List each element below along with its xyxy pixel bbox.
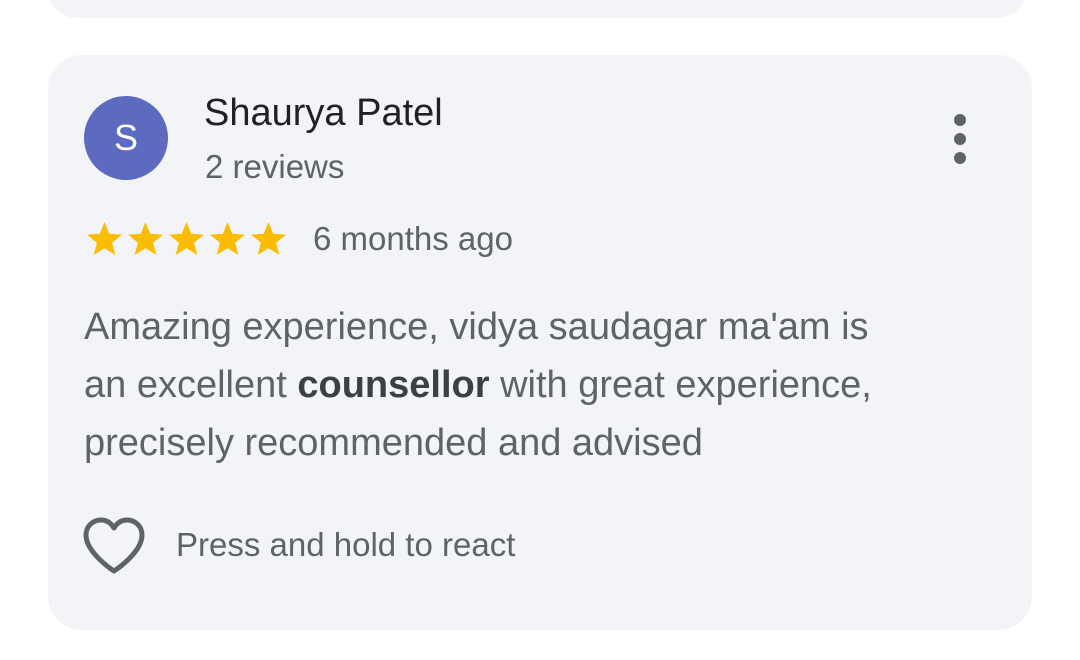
avatar-initial: S	[113, 117, 138, 158]
review-text-line: an excellent counsellor with great exper…	[84, 356, 984, 414]
star-icon	[207, 220, 248, 258]
more-options-button[interactable]	[934, 108, 990, 170]
review-highlighted-term: counsellor	[297, 364, 490, 406]
reviewer-name[interactable]: Shaurya Patel	[204, 92, 443, 135]
review-text: Amazing experience, vidya saudagar ma'am…	[84, 298, 984, 472]
previous-review-card	[48, 0, 1026, 18]
star-icon	[84, 220, 125, 258]
review-time: 6 months ago	[313, 220, 513, 257]
heart-outline-icon	[83, 517, 145, 574]
more-vert-icon	[954, 114, 966, 164]
review-text-segment: an excellent	[84, 364, 298, 406]
review-text-line: Amazing experience, vidya saudagar ma'am…	[84, 306, 869, 348]
react-button[interactable]	[80, 516, 148, 576]
avatar[interactable]: S	[84, 96, 168, 180]
star-icon	[248, 220, 289, 258]
react-hint: Press and hold to react	[176, 526, 516, 563]
star-icon	[125, 220, 166, 258]
review-text-segment: with great experience,	[489, 364, 872, 406]
star-icon	[166, 220, 207, 258]
reviewer-review-count: 2 reviews	[205, 148, 345, 185]
star-rating	[84, 220, 289, 258]
review-text-line: precisely recommended and advised	[84, 422, 703, 464]
